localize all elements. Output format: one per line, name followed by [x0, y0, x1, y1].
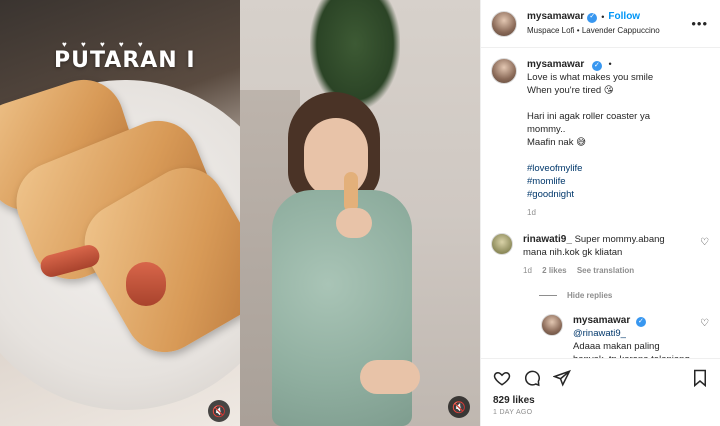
more-options-icon[interactable]: ••• [691, 16, 708, 31]
hide-replies-label: Hide replies [567, 291, 613, 300]
like-reply-heart-icon[interactable]: ♡ [700, 318, 709, 329]
likes-count[interactable]: 829 likes [493, 395, 709, 406]
separator-dot: • [608, 59, 612, 69]
video-overlay-title: PUTARAN I [54, 48, 196, 73]
comment-item: rinawati9_ Super mommy.abang mana nih.ko… [491, 233, 711, 277]
post-header: mysamawar ✓ • Follow Muspace Lofi • Lave… [481, 0, 720, 48]
hashtag-link[interactable]: #loveofmylife [527, 162, 653, 175]
child-leg-image [360, 360, 420, 394]
snack-image [344, 172, 358, 212]
caption-line: Maafin nak 😅 [527, 137, 587, 148]
hashtag-link[interactable]: #goodnight [527, 188, 653, 201]
caption-line: Love is what makes you smile [527, 72, 654, 83]
media-right-panel: 🔇 [240, 0, 480, 426]
media-left-panel: ♥ ♥ ♥ ♥ ♥ PUTARAN I 🔇 [0, 0, 240, 426]
like-heart-icon[interactable] [493, 369, 511, 387]
save-bookmark-icon[interactable] [691, 369, 709, 387]
hide-replies-button[interactable]: Hide replies [539, 291, 711, 300]
verified-badge-icon: ✓ [635, 316, 646, 327]
verified-badge-icon: ✓ [587, 12, 598, 23]
post-media[interactable]: ♥ ♥ ♥ ♥ ♥ PUTARAN I 🔇 🔇 [0, 0, 480, 426]
child-face-image [304, 118, 368, 198]
caption-line: Hari ini agak roller coaster ya [527, 111, 651, 122]
verified-badge-icon: ✓ [591, 60, 602, 71]
reply-item: mysamawar ✓ @rinawati9_ Adaaa makan pali… [541, 314, 711, 358]
caption: mysamawar ✓ • Love is what makes you smi… [491, 58, 711, 219]
divider [539, 295, 557, 296]
reply-text: Adaaa makan paling banyak. tp karena tel… [573, 341, 690, 358]
speaker-muted-icon[interactable]: 🔇 [448, 396, 470, 418]
sausage-image [126, 262, 166, 306]
comment-likes[interactable]: 2 likes [542, 266, 566, 275]
reply-username[interactable]: mysamawar [573, 315, 630, 326]
reply-mention-link[interactable]: @rinawati9_ [573, 328, 626, 339]
follow-button[interactable]: Follow [608, 11, 640, 24]
caption-line: When you're tired 😘 [527, 85, 614, 96]
avatar[interactable] [491, 233, 513, 255]
header-username[interactable]: mysamawar [527, 11, 584, 24]
comment-age[interactable]: 1d [523, 266, 532, 275]
share-paper-plane-icon[interactable] [553, 369, 571, 387]
like-comment-heart-icon[interactable]: ♡ [700, 237, 709, 248]
post-sidebar: mysamawar ✓ • Follow Muspace Lofi • Lave… [480, 0, 720, 426]
avatar[interactable] [491, 58, 517, 84]
audio-info-link[interactable]: Muspace Lofi • Lavender Cappuccino [527, 26, 660, 36]
avatar[interactable] [491, 10, 517, 37]
caption-age[interactable]: 1d [527, 206, 653, 219]
separator-dot: • [601, 11, 605, 22]
avatar[interactable] [541, 314, 563, 336]
caption-line: mommy.. [527, 124, 566, 135]
post-timestamp[interactable]: 1 DAY AGO [493, 409, 709, 416]
comments-list[interactable]: mysamawar ✓ • Love is what makes you smi… [481, 48, 720, 358]
comment-username[interactable]: rinawati9_ [523, 234, 572, 245]
post-actions: 829 likes 1 DAY AGO [481, 358, 720, 426]
speaker-muted-icon[interactable]: 🔇 [208, 400, 230, 422]
caption-username[interactable]: mysamawar [527, 59, 584, 70]
comment-bubble-icon[interactable] [523, 369, 541, 387]
hashtag-link[interactable]: #momlife [527, 175, 653, 188]
child-arm-image [336, 208, 372, 238]
see-translation-button[interactable]: See translation [577, 266, 634, 275]
